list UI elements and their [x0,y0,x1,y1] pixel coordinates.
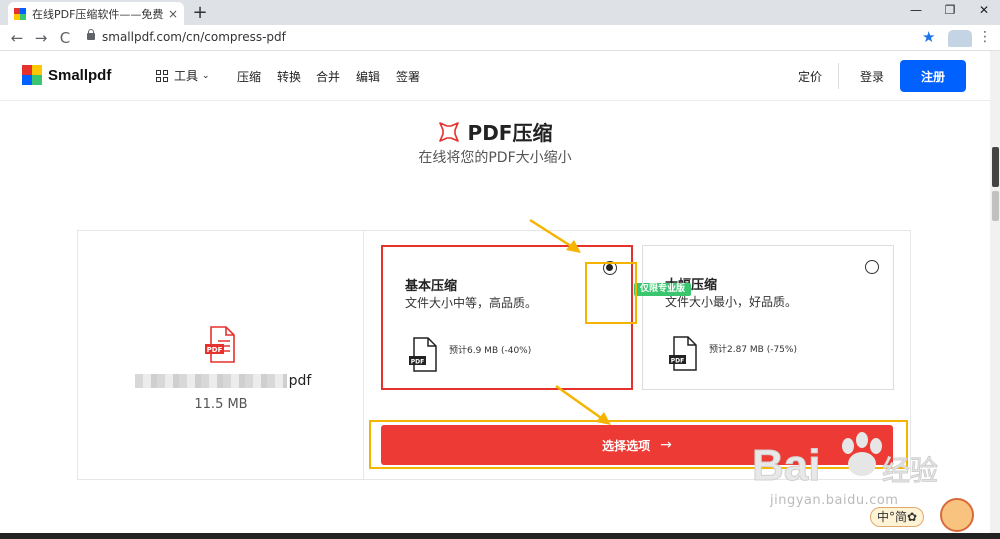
baidu-paw-icon [842,432,882,476]
ime-status[interactable]: 中°简✿ [870,507,925,527]
watermark-brand: Bai [752,441,820,490]
annotation-arrow-icon [555,384,611,425]
mascot-icon [940,498,974,532]
scrollbar-thumb[interactable] [992,147,999,187]
taskbar [0,533,1000,539]
watermark-url: jingyan.baidu.com [770,493,899,508]
scrollbar-track-segment [992,191,999,221]
watermark-brand-cn: 经验 [882,454,938,487]
baidu-watermark: Bai 经验 [752,432,939,491]
annotation-arrow-icon [529,218,581,253]
page-scrollbar[interactable] [990,51,1000,539]
